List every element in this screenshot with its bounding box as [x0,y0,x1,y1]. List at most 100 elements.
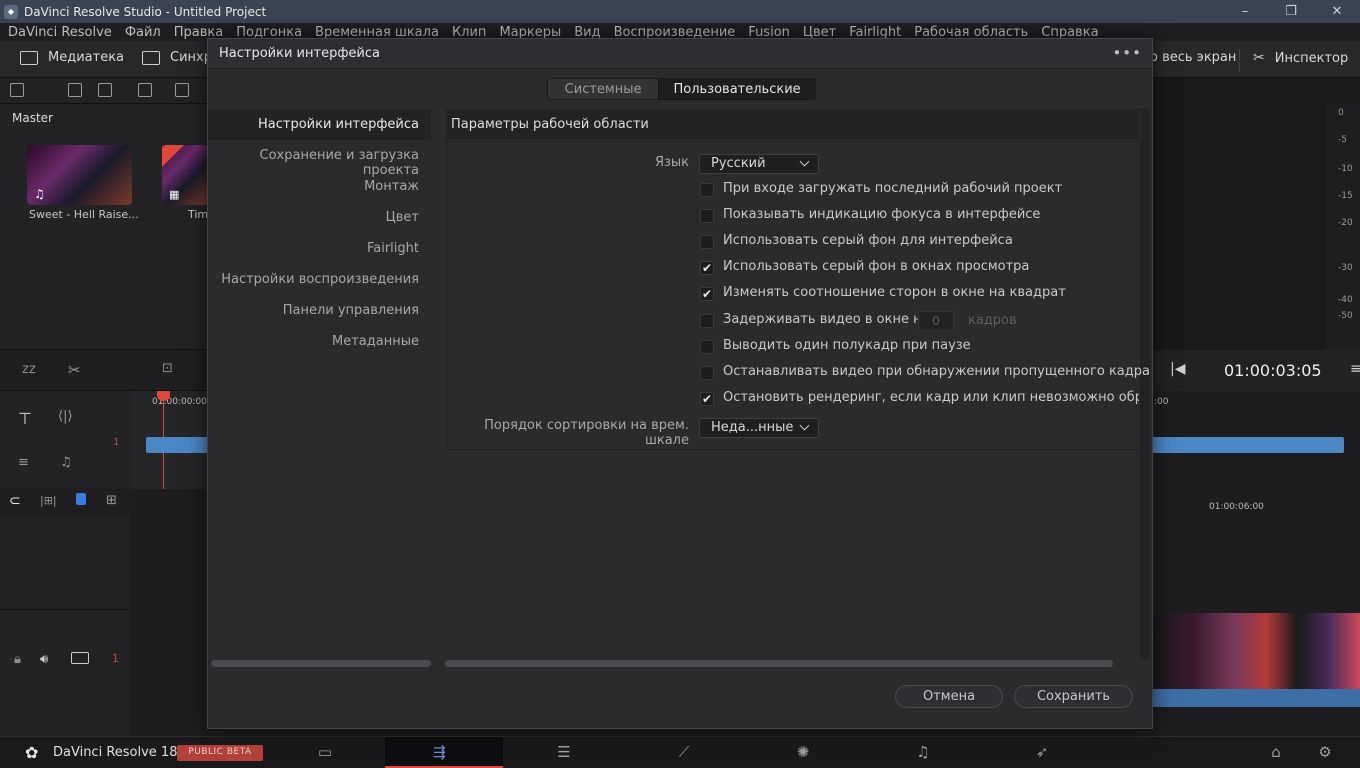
option-label-3: Использовать серый фон в окнах просмотра [723,259,1030,274]
option-checkbox-7[interactable] [700,366,714,380]
marker-icon[interactable]: ⊞ [106,493,117,508]
lock-icon[interactable]: 🔒︎ [14,652,21,667]
settings-gear-icon[interactable]: ⚙ [1314,743,1336,761]
app-name: DaVinci Resolve 18 [53,745,178,760]
nav-editing[interactable]: Монтаж [208,171,431,202]
page-color-icon[interactable]: ✺ [792,743,814,761]
sync-icon [142,50,160,65]
option-label-2: Использовать серый фон для интерфейса [723,233,1013,248]
import-media-icon[interactable] [68,83,82,97]
blade-icon[interactable]: ✂ [68,361,81,379]
timeline-area[interactable]: 01:00:00:00 [130,391,208,736]
edit-toolbar: zz ✂ ⊡ [0,349,208,391]
option-checkbox-6[interactable] [700,340,714,354]
meter-tick: -50 [1338,311,1353,321]
toolbar-divider [1239,49,1240,71]
option-label-0: При входе загружать последний рабочий пр… [723,181,1063,196]
flag-icon[interactable] [76,493,86,505]
meter-tick: -20 [1338,218,1353,228]
snooze-icon[interactable]: zz [22,362,36,377]
audio-waveform[interactable] [1152,689,1360,707]
sync-bin-button[interactable]: Синхр [142,50,212,65]
meter-tick: -5 [1338,135,1347,145]
page-cut-tab[interactable]: ⇶ [385,737,503,768]
option-checkbox-3[interactable]: ✔ [700,261,714,275]
fullscreen-button[interactable]: о весь экран [1150,50,1236,65]
snapping-icon[interactable]: ⊂ [9,493,21,509]
language-dropdown[interactable]: Русский [699,154,819,174]
delay-frames-input[interactable]: 0 [918,311,954,331]
page-media-icon[interactable]: ▭ [314,743,336,761]
nav-fairlight[interactable]: Fairlight [208,233,431,264]
link-clips-icon[interactable]: |⊞| [40,494,57,507]
option-label-4: Изменять соотношение сторон в окне на кв… [723,285,1066,300]
menu-icon[interactable]: ≡ [1350,361,1360,377]
timecode-display: 01:00:03:05 [1224,361,1322,380]
clip-filmstrip[interactable] [1152,613,1360,689]
menu-file[interactable]: Файл [125,25,161,40]
nav-color[interactable]: Цвет [208,202,431,233]
nav-metadata[interactable]: Метаданные [208,326,431,357]
option-checkbox-0[interactable] [700,183,714,197]
dialog-title: Настройки интерфейса [219,46,380,61]
vertical-scrollbar[interactable] [1140,109,1150,659]
insert-icon[interactable]: ⊡ [162,361,173,376]
video-clip-bar-right[interactable] [1152,437,1344,453]
go-to-start-icon[interactable]: |◀ [1170,361,1185,377]
track-settings-icon[interactable]: ≡ [18,455,29,470]
option-checkbox-8[interactable]: ✔ [700,392,714,406]
audio-settings-icon[interactable]: ♫ [60,455,72,470]
more-options-icon[interactable]: ••• [1112,44,1142,62]
meter-tick: -40 [1338,295,1353,305]
preferences-tabs: Системные Пользовательские [547,78,816,100]
timeline-thumbnail[interactable]: ▦ [162,145,208,205]
nav-project-save-load[interactable]: Сохранение и загрузка проекта [208,140,431,178]
speaker-icon[interactable]: 🔊︎ [40,652,48,667]
maximize-button[interactable]: ❐ [1268,0,1314,23]
meter-tick: -10 [1338,164,1353,174]
page-fairlight-icon[interactable]: ♫ [912,743,934,761]
option-label-8: Остановить рендеринг, если кадр или клип… [723,390,1139,405]
nav-ui-settings[interactable]: Настройки интерфейса [208,109,431,140]
smart-bin-icon[interactable] [175,83,189,97]
option-checkbox-5[interactable] [700,314,714,328]
sort-order-dropdown[interactable]: Неда...нные [699,418,819,438]
track-lock-icon[interactable]: ⊤ [18,409,32,428]
cancel-button[interactable]: Отмена [895,685,1003,708]
workspace-options-panel: Язык Русский При входе загружать последн… [446,141,1150,450]
track-headers: ⊤ ⟨|⟩ 1 ≡ ♫ ⊂ |⊞| ⊞ 🔒︎ 🔊︎ 1 [0,391,130,736]
public-beta-badge: PUBLIC BETA [177,745,263,761]
link-icon[interactable] [138,83,152,97]
video-clip-bar[interactable] [146,437,208,453]
tab-system[interactable]: Системные [548,79,659,99]
nav-playback[interactable]: Настройки воспроизведения [208,264,431,295]
chevron-down-icon [799,420,810,431]
close-window-button[interactable]: ✕ [1314,0,1360,23]
audio-meter: 0 -5 -10 -15 -20 -30 -40 -50 [1326,104,1360,350]
clip-thumbnail[interactable]: ♫ [27,145,132,205]
page-deliver-icon[interactable]: ➶ [1031,743,1053,761]
page-edit-icon[interactable]: ☰ [553,743,575,761]
panel-horizontal-scrollbar[interactable] [445,660,1113,667]
media-pool-button[interactable]: Медиатека [20,50,124,65]
monitor-icon[interactable] [71,652,89,664]
inspector-button[interactable]: ✂ Инспектор [1253,50,1348,66]
trim-icon[interactable]: ⟨|⟩ [58,409,73,424]
panel-layout-icon[interactable] [10,83,24,97]
section-title: Параметры рабочей области [451,117,649,132]
save-button[interactable]: Сохранить [1014,685,1133,708]
minimize-button[interactable]: – [1222,0,1268,23]
sort-order-label: Порядок сортировки на врем. шкале [484,418,689,448]
option-checkbox-1[interactable] [700,209,714,223]
menu-davinci[interactable]: DaVinci Resolve [8,25,112,40]
option-checkbox-2[interactable] [700,235,714,249]
option-checkbox-4[interactable]: ✔ [700,287,714,301]
new-bin-icon[interactable] [98,83,112,97]
tab-user[interactable]: Пользовательские [658,79,815,99]
master-bin-label[interactable]: Master [12,111,53,125]
home-icon[interactable]: ⌂ [1265,743,1287,761]
media-pool-icon [20,50,38,65]
nav-horizontal-scrollbar[interactable] [211,660,431,667]
page-fusion-icon[interactable]: ⟋ [673,743,695,761]
nav-control-panels[interactable]: Панели управления [208,295,431,326]
